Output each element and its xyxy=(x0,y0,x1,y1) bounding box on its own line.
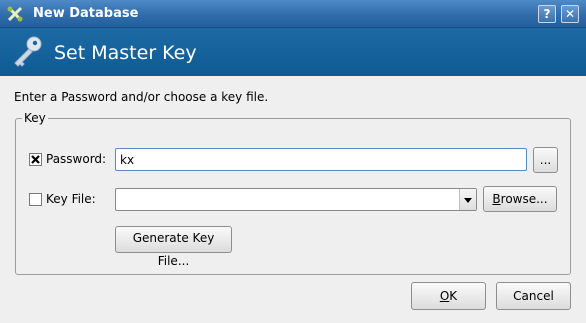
show-password-button[interactable]: ... xyxy=(533,147,558,173)
ok-button[interactable]: OK xyxy=(411,282,486,310)
dropdown-arrow[interactable] xyxy=(459,189,476,210)
key-icon xyxy=(14,36,42,67)
checkmark-icon xyxy=(31,155,40,164)
help-button[interactable]: ? xyxy=(538,5,556,23)
key-group-label: Key xyxy=(22,111,48,125)
password-label: Password: xyxy=(46,152,107,166)
key-file-label: Key File: xyxy=(46,192,96,206)
ok-mnemonic: O xyxy=(439,289,450,303)
instruction-text: Enter a Password and/or choose a key fil… xyxy=(14,90,269,104)
close-button[interactable]: ✕ xyxy=(561,5,579,23)
chevron-down-icon xyxy=(464,198,472,203)
title-bar: New Database ? ✕ xyxy=(0,0,586,28)
browse-mnemonic: B xyxy=(492,192,501,206)
browse-button[interactable]: Browse... xyxy=(483,186,557,212)
app-icon xyxy=(7,6,23,22)
key-file-checkbox[interactable] xyxy=(29,193,42,206)
browse-label: rowse... xyxy=(500,192,548,206)
key-file-combobox[interactable] xyxy=(115,188,477,211)
cancel-button[interactable]: Cancel xyxy=(496,282,571,310)
banner-title: Set Master Key xyxy=(54,42,197,64)
password-input[interactable] xyxy=(115,148,527,171)
generate-key-file-button[interactable]: Generate Key File... xyxy=(115,226,232,268)
header-banner: Set Master Key xyxy=(0,28,586,76)
password-checkbox[interactable] xyxy=(29,153,42,166)
window-title: New Database xyxy=(33,6,139,21)
ok-label: K xyxy=(449,289,458,303)
